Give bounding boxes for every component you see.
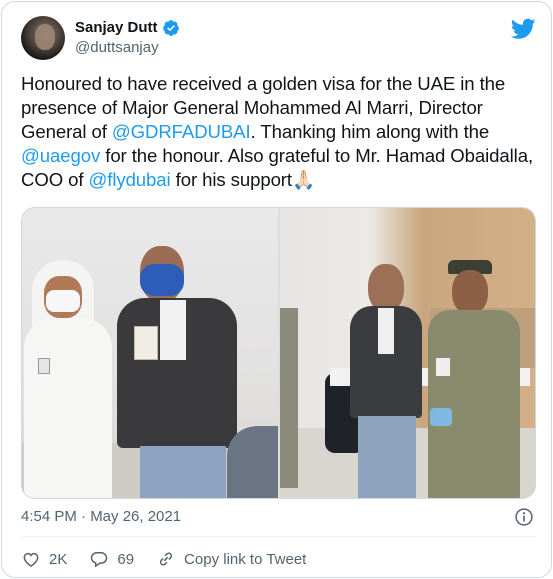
copy-link-button[interactable]: Copy link to Tweet — [156, 549, 306, 569]
mention-link[interactable]: @uaegov — [21, 145, 100, 166]
photo-1[interactable] — [22, 208, 278, 498]
reply-count: 69 — [117, 550, 135, 568]
like-count: 2K — [49, 550, 68, 568]
tweet-meta: 4:54 PM · May 26, 2021 — [21, 507, 536, 527]
tweet-header: Sanjay Dutt @duttsanjay — [21, 16, 536, 60]
tweet-text-part: . Thanking him along with the — [250, 121, 490, 142]
copy-link-label: Copy link to Tweet — [184, 550, 307, 568]
mention-link[interactable]: @flydubai — [89, 169, 171, 190]
pray-emoji: 🙏🏻 — [291, 169, 316, 190]
timestamp[interactable]: 4:54 PM · May 26, 2021 — [21, 508, 181, 525]
like-button[interactable]: 2K — [21, 549, 67, 569]
display-name[interactable]: Sanjay Dutt — [75, 18, 158, 38]
tweet-actions: 2K 69 Copy link to Tweet — [21, 548, 328, 570]
heart-icon — [23, 552, 39, 567]
tweet-text-part: for his support — [170, 169, 292, 190]
photo-2[interactable] — [280, 208, 535, 498]
avatar[interactable] — [21, 16, 65, 60]
reply-icon — [91, 552, 108, 568]
twitter-bird-icon[interactable] — [511, 18, 536, 40]
verified-badge-icon — [162, 20, 179, 36]
link-icon — [160, 552, 173, 566]
mention-link[interactable]: @GDRFADUBAI — [112, 121, 251, 142]
tweet-card: Sanjay Dutt @duttsanjay Honoured to have… — [1, 1, 552, 578]
handle: @duttsanjay — [75, 39, 159, 56]
reply-button[interactable]: 69 — [89, 549, 134, 569]
divider — [21, 536, 536, 537]
info-icon[interactable] — [514, 507, 534, 527]
media-grid — [21, 207, 536, 499]
tweet-text: Honoured to have received a golden visa … — [21, 72, 536, 192]
author-names[interactable]: Sanjay Dutt @duttsanjay — [75, 18, 180, 58]
